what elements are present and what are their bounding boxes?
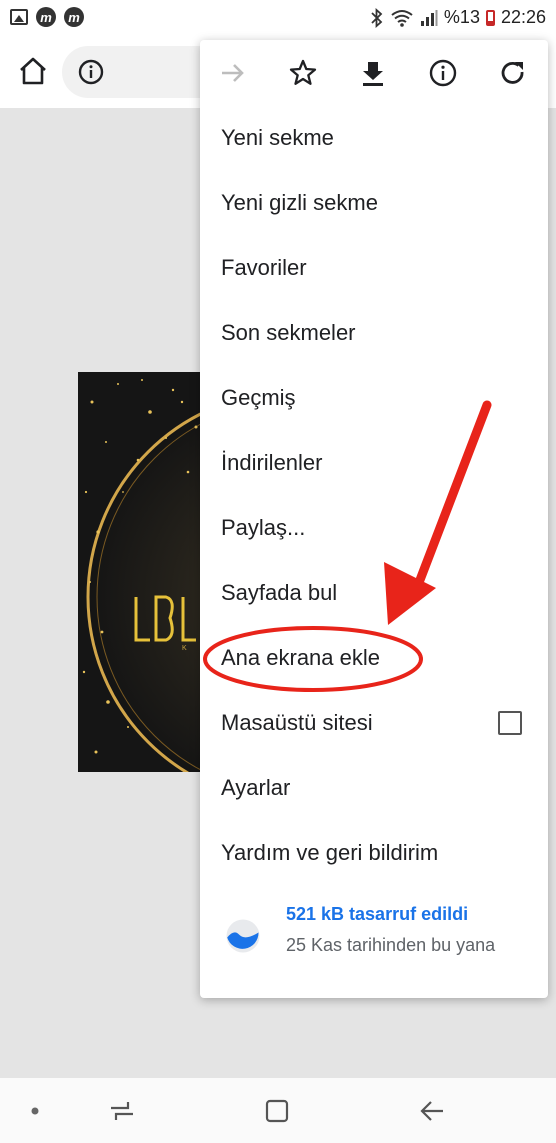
menu-item-help-feedback[interactable]: Yardım ve geri bildirim [221, 833, 438, 873]
desktop-site-checkbox[interactable] [498, 711, 522, 735]
menu-item-share[interactable]: Paylaş... [221, 508, 305, 548]
bookmark-star-icon[interactable] [288, 58, 318, 88]
battery-icon [485, 9, 495, 26]
svg-text:K: K [182, 645, 187, 652]
bluetooth-icon [371, 7, 383, 28]
clock-time: 22:26 [500, 7, 546, 27]
menu-item-new-incognito-tab[interactable]: Yeni gizli sekme [221, 183, 378, 223]
menu-icon-row [200, 40, 548, 108]
status-bar: m m %13 22:26 [0, 0, 556, 36]
m-app-icon: m [64, 7, 84, 27]
image-notification-icon [10, 9, 28, 25]
menu-item-downloads[interactable]: İndirilenler [221, 443, 323, 483]
menu-item-find-in-page[interactable]: Sayfada bul [221, 573, 337, 613]
info-icon[interactable] [78, 59, 104, 85]
banner-graphic: K [78, 372, 208, 772]
signal-icon [420, 9, 438, 26]
browser-overflow-menu: Yeni sekme Yeni gizli sekme Favoriler So… [200, 40, 548, 998]
status-right-icons: %13 22:26 [370, 7, 546, 28]
menu-item-history[interactable]: Geçmiş [221, 378, 296, 418]
menu-item-recent-tabs[interactable]: Son sekmeler [221, 313, 356, 353]
menu-item-bookmarks[interactable]: Favoriler [221, 248, 307, 288]
android-navigation-bar [0, 1078, 556, 1143]
status-left-icons: m m [10, 7, 84, 27]
forward-icon[interactable] [218, 58, 248, 88]
back-arrow-icon[interactable] [418, 1097, 446, 1125]
data-saved-title[interactable]: 521 kB tasarruf edildi [286, 904, 468, 925]
menu-item-settings[interactable]: Ayarlar [221, 768, 290, 808]
download-icon[interactable] [358, 58, 388, 88]
reload-icon[interactable] [498, 58, 528, 88]
menu-item-add-to-home-screen[interactable]: Ana ekrana ekle [221, 638, 380, 678]
menu-item-desktop-site[interactable]: Masaüstü sitesi [221, 703, 373, 743]
page-banner-image[interactable]: K [78, 372, 208, 772]
data-saved-subtitle: 25 Kas tarihinden bu yana [286, 935, 496, 955]
home-square-icon[interactable] [263, 1097, 291, 1125]
wifi-icon [391, 9, 413, 27]
m-app-icon: m [36, 7, 56, 27]
home-icon[interactable] [16, 54, 50, 88]
dot-icon [31, 1107, 39, 1115]
page-info-icon[interactable] [428, 58, 458, 88]
recent-apps-icon[interactable] [108, 1097, 136, 1125]
battery-percent: %13 [443, 7, 480, 27]
menu-item-new-tab[interactable]: Yeni sekme [221, 118, 334, 158]
data-saver-icon [226, 919, 260, 953]
